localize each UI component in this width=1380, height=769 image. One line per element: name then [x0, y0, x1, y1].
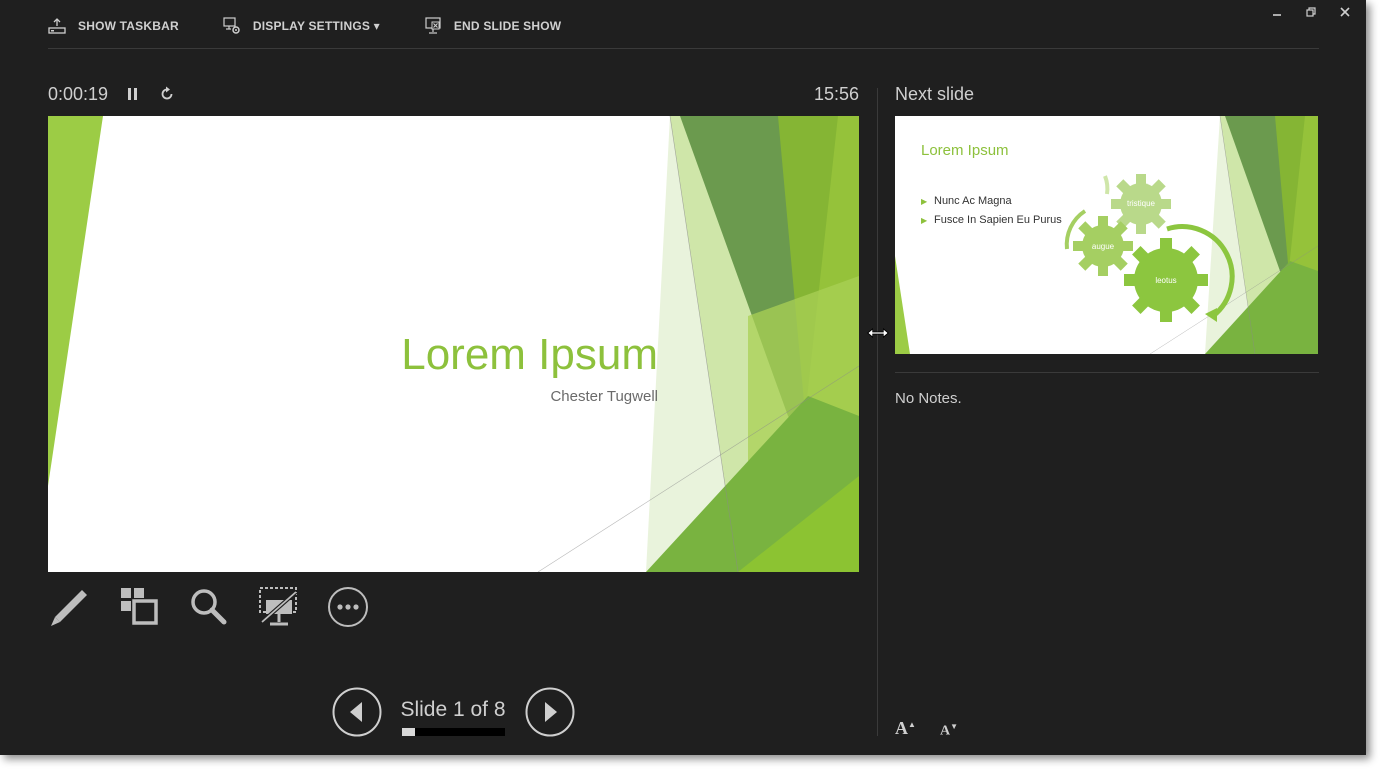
elapsed-timer: 0:00:19: [48, 84, 109, 104]
increase-font-icon: A: [895, 718, 908, 738]
gear-label-leotus: leotus: [1155, 276, 1177, 285]
pause-icon: [128, 88, 137, 100]
speaker-notes[interactable]: No Notes.: [895, 390, 962, 407]
increase-font-button[interactable]: A▲: [895, 718, 916, 739]
resize-cursor-icon: [866, 326, 890, 345]
minimize-icon: [1273, 14, 1281, 16]
see-all-slides-button[interactable]: [118, 585, 188, 629]
slide-tools: [48, 585, 398, 629]
show-taskbar-button[interactable]: SHOW TASKBAR: [48, 18, 179, 34]
pane-splitter[interactable]: [877, 88, 878, 736]
next-slide-label: Next slide: [895, 84, 975, 104]
close-button[interactable]: [1328, 4, 1362, 20]
more-options-icon: [328, 587, 368, 627]
top-toolbar: SHOW TASKBAR DISPLAY SETTINGS ▾ END SLID…: [48, 14, 605, 38]
previous-arrow-icon: [332, 687, 382, 737]
current-time: 15:56: [813, 84, 859, 104]
toolbar-divider: [48, 48, 1319, 49]
next-slide-button[interactable]: [525, 687, 575, 742]
restore-button[interactable]: [1294, 4, 1328, 20]
end-slide-show-label: END SLIDE SHOW: [453, 19, 562, 33]
display-settings-icon: [223, 17, 240, 34]
next-slide-preview[interactable]: Lorem Ipsum Nunc Ac Magna Fusce In Sapie…: [895, 116, 1318, 354]
next-arrow-icon: [525, 687, 575, 737]
window-controls: [1260, 4, 1362, 20]
pen-tool-button[interactable]: [48, 585, 118, 629]
end-slide-show-button[interactable]: END SLIDE SHOW: [424, 17, 561, 35]
slide-progress-bar: [402, 728, 505, 736]
black-screen-button[interactable]: [258, 585, 328, 629]
restore-icon: [1306, 7, 1316, 17]
slide-title: Lorem Ipsum: [401, 330, 658, 379]
gear-label-augue: augue: [1091, 242, 1115, 251]
taskbar-icon: [48, 18, 66, 34]
restart-timer-button[interactable]: [158, 85, 176, 108]
next-slide-bullets: Nunc Ac Magna Fusce In Sapien Eu Purus: [921, 194, 1071, 232]
notes-divider: [895, 372, 1319, 373]
next-slide-title: Lorem Ipsum: [921, 142, 1009, 159]
pause-timer-button[interactable]: [126, 86, 140, 107]
decrease-font-icon: A: [940, 723, 951, 739]
pen-icon: [51, 590, 87, 626]
decrease-font-button[interactable]: A▼: [940, 722, 958, 740]
slide-counter[interactable]: Slide 1 of 8: [398, 698, 508, 722]
black-screen-icon: [259, 587, 298, 626]
next-slide-bullet: Fusce In Sapien Eu Purus: [921, 213, 1071, 228]
minimize-button[interactable]: [1260, 4, 1294, 20]
zoom-icon: [191, 589, 227, 625]
slide-progress-fill: [402, 728, 415, 736]
slide-subtitle: Chester Tugwell: [550, 388, 658, 405]
end-slide-show-icon: [425, 17, 441, 34]
zoom-button[interactable]: [188, 585, 258, 629]
slide-subtitle-container: Chester Tugwell: [48, 388, 658, 406]
display-settings-label: DISPLAY SETTINGS ▾: [252, 19, 380, 33]
more-options-button[interactable]: [328, 585, 398, 629]
current-slide[interactable]: Lorem Ipsum Chester Tugwell: [48, 116, 859, 572]
show-taskbar-label: SHOW TASKBAR: [78, 19, 179, 33]
previous-slide-button[interactable]: [332, 687, 382, 742]
presenter-view-window: SHOW TASKBAR DISPLAY SETTINGS ▾ END SLID…: [0, 0, 1366, 755]
see-all-slides-icon: [121, 588, 158, 625]
restart-icon: [161, 86, 173, 100]
gear-label-tristique: tristique: [1126, 199, 1155, 208]
close-icon: [1340, 7, 1350, 17]
display-settings-button[interactable]: DISPLAY SETTINGS ▾: [223, 17, 380, 35]
next-slide-bullet: Nunc Ac Magna: [921, 194, 1071, 209]
slide-title-container: Lorem Ipsum: [48, 330, 658, 380]
